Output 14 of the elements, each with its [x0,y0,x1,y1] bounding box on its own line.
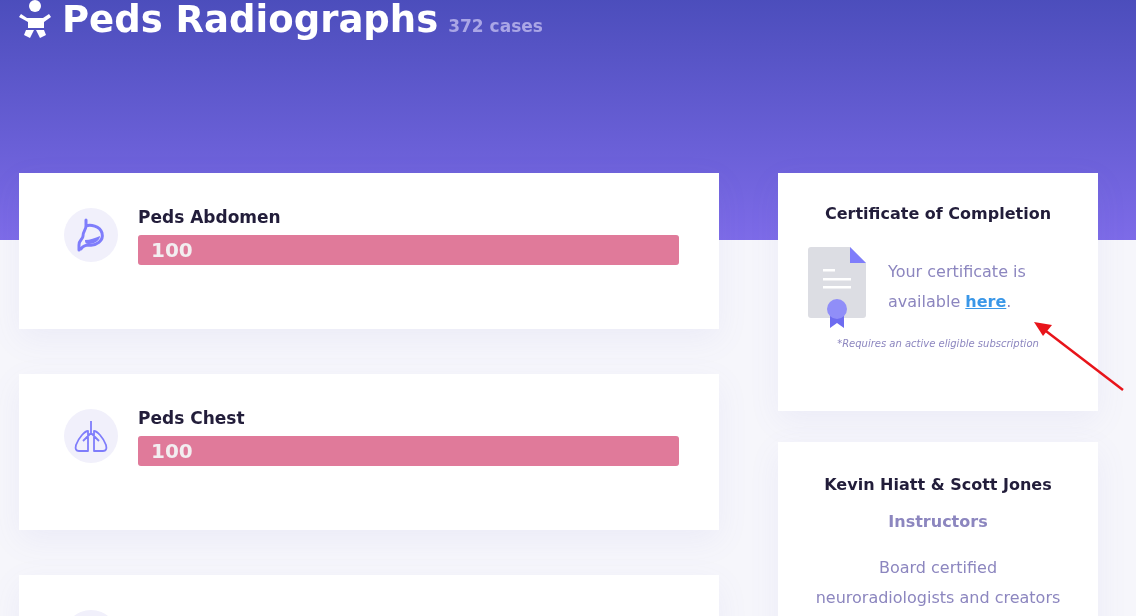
instructor-bio: Board certified neuroradiologists and creators [814,557,1062,609]
module-title: Peds Chest [138,407,246,430]
progress-score: 100 [150,238,193,262]
page-title: Peds Radiographs [62,0,439,43]
case-count: 372 cases [448,16,543,36]
module-card[interactable]: Peds Chest 100 [19,374,719,530]
module-card[interactable]: Peds Abdomen 100 [19,173,719,329]
subscription-note: *Requires an active eligible subscription [836,338,1040,349]
module-title: Peds Abdomen [138,206,282,229]
card-title: Certificate of Completion [823,204,1053,223]
progress-score: 100 [150,439,193,463]
instructors-label: Instructors [887,512,989,531]
certificate-message: Your certificate is available here. [888,261,1027,313]
instructor-names: Kevin Hiatt & Scott Jones [823,475,1053,494]
